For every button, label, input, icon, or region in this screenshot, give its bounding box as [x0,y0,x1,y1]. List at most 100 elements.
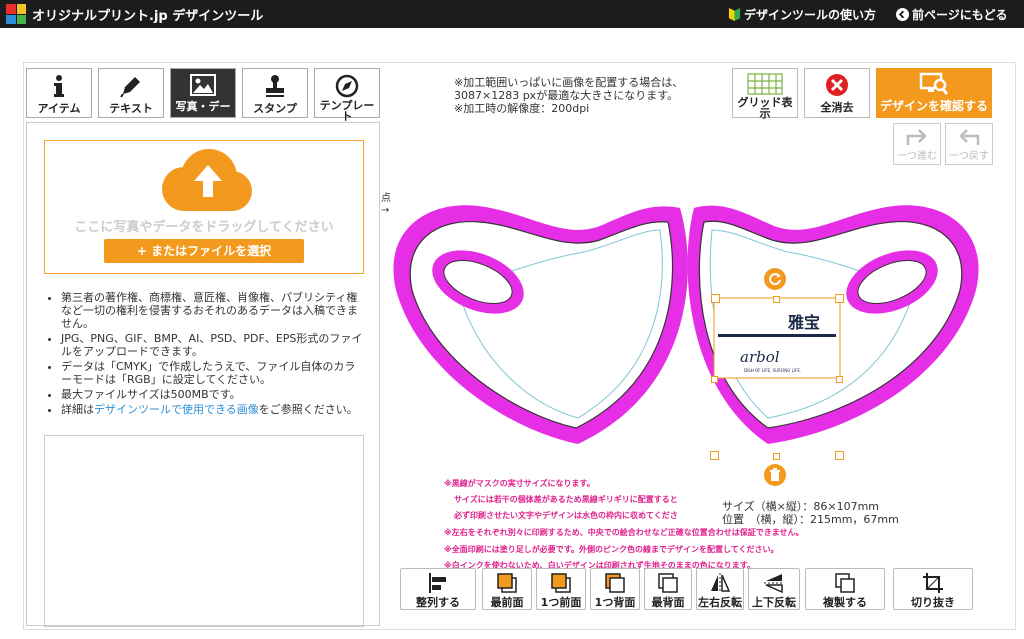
uploaded-images-area [44,435,364,627]
usable-images-link[interactable]: デザインツールで使用できる画像 [94,403,259,416]
resize-handle-tr[interactable] [835,294,844,303]
confirm-design-button[interactable]: デザインを確認する [876,68,992,118]
logo-script: arbol [740,348,780,366]
note-item: 第三者の著作権、商標権、意匠権、肖像権、パブリシティ権など一切の権利を侵害するお… [61,291,363,330]
redo-button[interactable]: 一つ進む [893,123,941,165]
drop-zone[interactable]: ここに写真やデータをドラッグしてください + またはファイルを選択 [44,140,364,274]
warning-line: ※左右をそれぞれ別々に印刷するため、中央での絵合わせなど正確な位置合わせは保証で… [444,528,804,537]
button-label: 整列する [416,596,460,609]
undo-icon [959,129,980,145]
tab-label: テキスト [109,102,153,115]
pen-icon [120,77,140,98]
warning-line: サイズには若干の個体差があるため黒線ギリギリに配置すると [454,495,678,504]
bring-to-front-button[interactable]: 最前面 [482,568,532,610]
grid-label: グリッド表示 [737,96,793,120]
note-item: データは「CMYK」で作成したうえで、ファイル自体のカラーモードは「RGB」に設… [61,360,363,386]
redo-label: 一つ進む [897,151,937,162]
select-file-button[interactable]: + またはファイルを選択 [104,239,304,263]
mask-left-half [393,205,688,444]
stamp-icon [266,75,284,97]
selection-info: サイズ（横×縦）：86×107mm 位置 （横，縦）：215mm，67mm [722,500,899,526]
tab-stamp[interactable]: スタンプ [242,68,308,118]
monitor-search-icon [919,72,949,95]
resize-handle-bottom-right[interactable] [835,451,844,460]
upload-panel: ここに写真やデータをドラッグしてください + またはファイルを選択 第三者の著作… [26,122,380,627]
resize-handle-br[interactable] [836,376,843,383]
warning-line: 必ず印刷させたい文字やデザインは水色の枠内に収めてくださ [454,511,678,520]
flip-vertical-icon [764,574,784,594]
cloud-upload-icon [162,149,252,211]
tool-tabs: アイテム テキスト 写真・デー スタンプ テンプレー ト [26,66,380,122]
duplicate-button[interactable]: 複製する [805,568,885,610]
info-line-1: ※加工範囲いっぱいに画像を配置する場合は、 [454,76,684,89]
button-label: 上下反転 [752,596,796,609]
info-icon [54,75,64,97]
note-item: 詳細はデザインツールで使用できる画像をご参照ください。 [61,403,363,416]
send-to-back-icon [658,573,678,593]
logo-tagline: DISH OF LIFE, SURFING LIFE. [744,368,801,373]
crop-icon [923,573,943,593]
send-backward-button[interactable]: 1つ背面 [590,568,640,610]
button-label: 最背面 [651,596,685,609]
undo-button[interactable]: 一つ戻す [945,123,993,165]
placed-logo-image[interactable]: 雅宝 arbol DISH OF LIFE, SURFING LIFE. [713,297,841,379]
note-item: 最大ファイルサイズは500MBです。 [61,388,363,401]
back-label: 前ページにもどる [912,8,1008,22]
button-label: 左右反転 [698,596,742,609]
clear-label: 全消去 [820,101,854,114]
mask-canvas[interactable]: 雅宝 arbol DISH OF LIFE, SURFING LIFE. [388,190,984,452]
site-logo[interactable]: オリジナルプリント.jp デザインツール [6,4,263,24]
duplicate-icon [835,573,855,593]
warning-line: ※全面印刷には塗り足しが必要です。外側のピンク色の線までデザインを配置してくださ… [444,545,779,554]
resize-handle-bottom[interactable] [773,453,780,460]
image-icon [190,74,216,96]
trash-icon[interactable] [764,464,786,486]
tab-label: スタンプ [253,102,297,115]
warning-line: ※黒線がマスクの実寸サイズになります。 [444,479,595,488]
button-label: 1つ前面 [540,596,582,609]
align-icon [429,573,446,593]
grid-toggle-button[interactable]: グリッド表示 [732,68,798,120]
redo-icon [906,129,927,145]
bring-forward-button[interactable]: 1つ前面 [536,568,586,610]
beginner-mark-icon [728,8,741,21]
tab-label: テンプレー ト [319,99,375,123]
button-label: 1つ背面 [594,596,636,609]
info-line-2: 3087×1283 pxが最適な大きさになります。 [454,89,679,102]
logo-kanji: 雅宝 [787,313,820,332]
info-line-3: ※加工時の解像度：200dpi [454,102,590,115]
resize-handle-t[interactable] [773,296,780,303]
resize-handle-bl[interactable] [711,376,718,383]
back-arrow-icon [896,8,909,21]
flip-horizontal-button[interactable]: 左右反転 [696,568,744,610]
size-readout: サイズ（横×縦）：86×107mm [722,500,880,513]
button-label: 切り抜き [911,596,955,609]
resize-handle-tl[interactable] [711,294,720,303]
rotate-handle-icon[interactable] [764,268,786,290]
note-prefix: 詳細は [61,403,94,416]
tab-item[interactable]: アイテム [26,68,92,118]
back-link[interactable]: 前ページにもどる [896,6,1008,23]
bring-to-front-icon [497,573,517,593]
send-to-back-button[interactable]: 最背面 [644,568,692,610]
flip-vertical-button[interactable]: 上下反転 [748,568,800,610]
clear-all-button[interactable]: 全消去 [804,68,870,118]
grid-icon [747,73,783,95]
logo-cube-icon [6,4,26,24]
tab-text[interactable]: テキスト [98,68,164,118]
tab-photo[interactable]: 写真・デー [170,68,236,118]
flip-horizontal-icon [711,573,731,593]
align-button[interactable]: 整列する [400,568,476,610]
info-text: ※加工範囲いっぱいに画像を配置する場合は、 3087×1283 pxが最適な大き… [454,76,684,115]
howto-link[interactable]: デザインツールの使い方 [728,6,876,23]
top-bar: オリジナルプリント.jp デザインツール デザインツールの使い方 前ページにもど… [0,0,1024,28]
close-circle-icon [826,74,848,96]
howto-label: デザインツールの使い方 [744,8,877,22]
crop-button[interactable]: 切り抜き [893,568,973,610]
note-suffix: をご参照ください。 [258,403,358,416]
tab-template[interactable]: テンプレー ト [314,68,380,122]
button-label: 最前面 [490,596,524,609]
resize-handle-bottom-left[interactable] [710,451,719,460]
confirm-label: デザインを確認する [879,99,988,113]
left-panel: アイテム テキスト 写真・デー スタンプ テンプレー ト ここに写真やデータをド… [26,66,380,627]
